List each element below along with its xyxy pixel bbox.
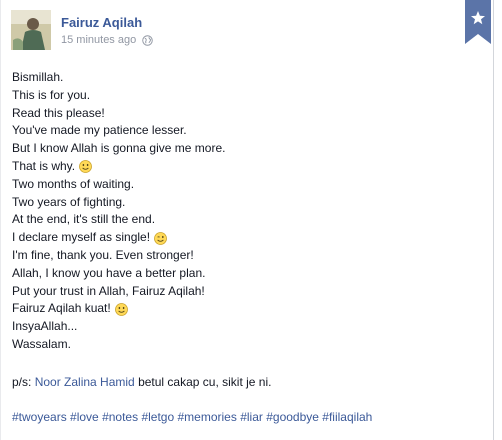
message-line: You've made my patience lesser. bbox=[12, 122, 482, 140]
hashtag-link[interactable]: #letgo bbox=[141, 410, 174, 424]
hashtag-link[interactable]: #notes bbox=[102, 410, 138, 424]
message-line-text: Put your trust in Allah, Fairuz Aqilah! bbox=[12, 283, 205, 298]
hashtag-list: #twoyears #love #notes #letgo #memories … bbox=[12, 409, 372, 426]
message-line: InsyaAllah... bbox=[12, 318, 482, 336]
message-line: Read this please! bbox=[12, 105, 482, 123]
message-line-text: That is why. bbox=[12, 158, 76, 173]
post-ps: p/s: Noor Zalina Hamid betul cakap cu, s… bbox=[12, 374, 271, 391]
message-line: Allah, I know you have a better plan. bbox=[12, 265, 482, 283]
story-card: Fairuz Aqilah 15 minutes ago Bismillah. T… bbox=[0, 0, 494, 440]
message-line: At the end, it's still the end. bbox=[12, 211, 482, 229]
hashtag-link[interactable]: #twoyears bbox=[12, 410, 67, 424]
ps-prefix: p/s: bbox=[12, 375, 35, 389]
hashtag-link[interactable]: #goodbye bbox=[266, 410, 319, 424]
message-line-text: Two months of waiting. bbox=[12, 176, 135, 191]
hashtag-link[interactable]: #liar bbox=[240, 410, 263, 424]
message-line-text: Bismillah. bbox=[12, 70, 64, 84]
message-line-text: This is for you. bbox=[12, 87, 91, 102]
post-timestamp[interactable]: 15 minutes ago bbox=[61, 34, 136, 46]
author-avatar[interactable] bbox=[11, 10, 51, 50]
message-line: Fairuz Aqilah kuat! bbox=[12, 300, 482, 318]
message-line: Wassalam. bbox=[12, 336, 482, 354]
message-line: Two years of fighting. bbox=[12, 194, 482, 212]
message-line: Put your trust in Allah, Fairuz Aqilah! bbox=[12, 283, 482, 301]
mention-link[interactable]: Noor Zalina Hamid bbox=[35, 375, 135, 389]
message-line-text: Fairuz Aqilah kuat! bbox=[12, 301, 111, 316]
post-meta: 15 minutes ago bbox=[61, 34, 153, 46]
message-line-text: At the end, it's still the end. bbox=[12, 212, 156, 227]
message-line-text: Wassalam. bbox=[12, 336, 71, 351]
message-line-text: InsyaAllah... bbox=[12, 319, 78, 334]
message-line-text: Two years of fighting. bbox=[12, 194, 126, 209]
message-line: But I know Allah is gonna give me more. bbox=[12, 140, 482, 158]
message-line-text: Read this please! bbox=[12, 105, 105, 120]
message-line-text: I declare myself as single! bbox=[12, 230, 151, 245]
message-line: That is why. bbox=[12, 158, 482, 176]
hashtag-link[interactable]: #love bbox=[70, 410, 99, 424]
message-line: Bismillah. bbox=[12, 69, 482, 87]
message-line-text: You've made my patience lesser. bbox=[12, 123, 187, 138]
wink-emoticon-icon bbox=[154, 231, 167, 245]
globe-icon[interactable] bbox=[142, 34, 153, 46]
message-line-text: But I know Allah is gonna give me more. bbox=[12, 141, 226, 156]
hashtag-link[interactable]: #fiilaqilah bbox=[322, 410, 372, 424]
message-line: I declare myself as single! bbox=[12, 229, 482, 247]
author-name-link[interactable]: Fairuz Aqilah bbox=[61, 15, 142, 30]
post-message: Bismillah. This is for you. Read this plea… bbox=[12, 69, 482, 354]
message-line-text: Allah, I know you have a better plan. bbox=[12, 265, 206, 280]
message-line-text: I'm fine, thank you. Even stronger! bbox=[12, 247, 194, 262]
star-ribbon-icon[interactable] bbox=[465, 0, 491, 44]
message-line: I'm fine, thank you. Even stronger! bbox=[12, 247, 482, 265]
hashtag-link[interactable]: #memories bbox=[178, 410, 237, 424]
smile-emoticon-icon bbox=[79, 160, 93, 174]
ps-suffix: betul cakap cu, sikit je ni. bbox=[134, 375, 272, 389]
message-line: Two months of waiting. bbox=[12, 176, 482, 194]
smile-emoticon-icon bbox=[114, 302, 128, 316]
message-line: This is for you. bbox=[12, 87, 482, 105]
